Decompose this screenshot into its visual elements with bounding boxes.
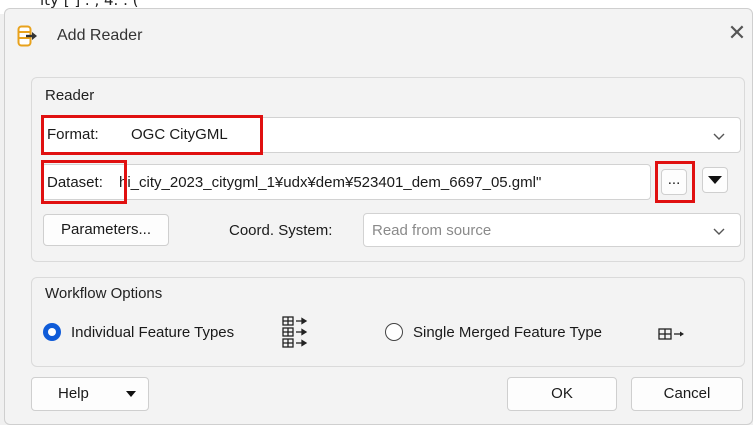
individual-feature-types-icon bbox=[282, 316, 308, 348]
help-button-label: Help bbox=[58, 385, 89, 402]
parameters-button[interactable]: Parameters... bbox=[43, 214, 169, 246]
triangle-down-icon bbox=[126, 391, 136, 397]
individual-feature-types-label[interactable]: Individual Feature Types bbox=[71, 324, 234, 341]
coord-system-label: Coord. System: bbox=[229, 222, 333, 239]
triangle-down-icon bbox=[708, 176, 722, 184]
close-icon[interactable]: ✕ bbox=[724, 21, 750, 47]
single-merged-feature-type-label[interactable]: Single Merged Feature Type bbox=[413, 324, 602, 341]
dataset-highlight-box bbox=[41, 160, 127, 204]
add-reader-dialog: Add Reader ✕ Reader Format: OGC CityGML … bbox=[4, 8, 753, 425]
format-highlight-box bbox=[41, 115, 263, 155]
single-merged-feature-type-icon bbox=[658, 328, 684, 340]
ok-button[interactable]: OK bbox=[507, 377, 617, 411]
chevron-down-icon[interactable] bbox=[711, 223, 727, 239]
chevron-down-icon[interactable] bbox=[711, 128, 727, 144]
radio-single-merged-feature-type[interactable] bbox=[385, 323, 403, 341]
dialog-title: Add Reader bbox=[57, 27, 143, 44]
coord-system-placeholder: Read from source bbox=[372, 222, 492, 239]
browse-highlight-box bbox=[655, 161, 695, 203]
dataset-path: hi_city_2023_citygml_1¥udx¥dem¥523401_de… bbox=[119, 174, 542, 191]
workflow-options-title: Workflow Options bbox=[43, 285, 165, 302]
add-reader-icon bbox=[17, 25, 37, 47]
cancel-button[interactable]: Cancel bbox=[631, 377, 743, 411]
dialog-titlebar: Add Reader ✕ bbox=[5, 9, 752, 53]
help-button[interactable]: Help bbox=[31, 377, 149, 411]
radio-individual-feature-types[interactable] bbox=[43, 323, 61, 341]
dataset-dropdown-button[interactable] bbox=[702, 167, 728, 193]
reader-group-title: Reader bbox=[43, 87, 97, 104]
